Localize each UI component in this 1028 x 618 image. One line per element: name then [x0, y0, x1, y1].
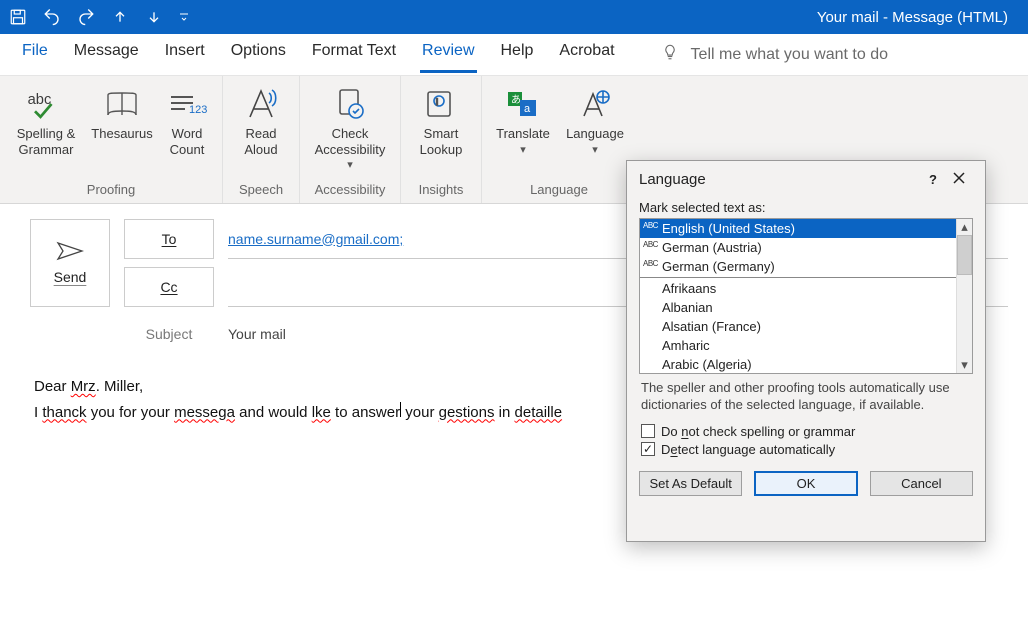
- tell-me-search[interactable]: Tell me what you want to do: [661, 43, 888, 66]
- checkbox-do-not-check-spelling[interactable]: Do not check spelling or grammar: [641, 424, 971, 439]
- close-icon[interactable]: [945, 171, 973, 188]
- thesaurus-icon: [104, 84, 140, 124]
- lightbulb-icon: [661, 43, 679, 66]
- send-button[interactable]: Send: [30, 219, 110, 307]
- ok-button[interactable]: OK: [754, 471, 857, 496]
- dialog-title: Language: [639, 171, 706, 188]
- language-option-en-us[interactable]: ABCEnglish (United States): [640, 219, 972, 238]
- chevron-down-icon: ▾: [520, 143, 526, 156]
- svg-text:a: a: [524, 103, 531, 115]
- redo-icon[interactable]: [74, 4, 98, 30]
- svg-text:123: 123: [189, 104, 207, 116]
- cancel-button[interactable]: Cancel: [870, 471, 973, 496]
- group-caption-language: Language: [530, 179, 588, 201]
- chevron-down-icon: ▾: [592, 143, 598, 156]
- group-caption-speech: Speech: [239, 179, 283, 201]
- send-icon: [56, 241, 84, 261]
- group-language: あa Translate ▾ Language ▾ Language: [482, 76, 636, 203]
- translate-icon: あa: [505, 84, 541, 124]
- window-title: Your mail - Message (HTML): [192, 9, 1022, 26]
- help-icon[interactable]: ?: [921, 172, 945, 187]
- group-insights: i Smart Lookup Insights: [401, 76, 482, 203]
- send-label: Send: [54, 269, 87, 285]
- svg-text:abc: abc: [28, 92, 52, 108]
- next-arrow-icon[interactable]: [142, 4, 166, 30]
- language-button[interactable]: Language ▾: [564, 80, 626, 156]
- scroll-down-icon[interactable]: ▾: [957, 357, 972, 373]
- word-count-button[interactable]: 123 Word Count: [162, 80, 212, 157]
- language-dialog: Language ? Mark selected text as: ABCEng…: [626, 160, 986, 542]
- language-option-albanian[interactable]: Albanian: [640, 298, 972, 317]
- tab-options[interactable]: Options: [229, 36, 288, 73]
- group-caption-proofing: Proofing: [87, 179, 135, 201]
- set-as-default-button[interactable]: Set As Default: [639, 471, 742, 496]
- checkbox-icon: [641, 424, 655, 438]
- check-accessibility-button[interactable]: Check Accessibility ▾: [310, 80, 390, 171]
- checkbox-detect-language[interactable]: Detect language automatically: [641, 442, 971, 457]
- tab-message[interactable]: Message: [72, 36, 141, 73]
- language-option-alsatian[interactable]: Alsatian (France): [640, 317, 972, 336]
- read-aloud-button[interactable]: Read Aloud: [233, 80, 289, 157]
- smart-lookup-button[interactable]: i Smart Lookup: [411, 80, 471, 157]
- tab-help[interactable]: Help: [499, 36, 536, 73]
- smart-lookup-icon: i: [424, 84, 458, 124]
- word-count-icon: 123: [167, 84, 207, 124]
- svg-text:あ: あ: [511, 94, 521, 106]
- titlebar: Your mail - Message (HTML): [0, 0, 1028, 34]
- listbox-scrollbar[interactable]: ▴ ▾: [956, 219, 972, 373]
- language-option-de-de[interactable]: ABCGerman (Germany): [640, 257, 972, 276]
- tab-file[interactable]: File: [20, 36, 50, 73]
- cc-button[interactable]: Cc: [124, 267, 214, 307]
- group-proofing: abc Spelling & Grammar Thesaurus 123 Wor…: [0, 76, 223, 203]
- undo-icon[interactable]: [40, 4, 64, 30]
- language-option-de-at[interactable]: ABCGerman (Austria): [640, 238, 972, 257]
- ribbon-tabs: File Message Insert Options Format Text …: [0, 34, 1028, 76]
- tab-format-text[interactable]: Format Text: [310, 36, 398, 73]
- mark-selected-text-label: Mark selected text as:: [639, 200, 973, 215]
- scroll-up-icon[interactable]: ▴: [957, 219, 972, 235]
- group-caption-accessibility: Accessibility: [315, 179, 386, 201]
- subject-label: Subject: [124, 326, 214, 342]
- scroll-thumb[interactable]: [957, 235, 972, 275]
- quick-access-toolbar: [6, 4, 192, 30]
- language-icon: [578, 84, 612, 124]
- svg-text:i: i: [436, 97, 438, 107]
- group-accessibility: Check Accessibility ▾ Accessibility: [300, 76, 401, 203]
- spelling-grammar-button[interactable]: abc Spelling & Grammar: [10, 80, 82, 157]
- qat-customize-icon[interactable]: [176, 4, 192, 30]
- save-icon[interactable]: [6, 4, 30, 30]
- tab-review[interactable]: Review: [420, 36, 476, 73]
- spelling-icon: abc: [24, 84, 68, 124]
- translate-button[interactable]: あa Translate ▾: [492, 80, 554, 156]
- read-aloud-icon: [244, 84, 278, 124]
- language-listbox[interactable]: ABCEnglish (United States) ABCGerman (Au…: [639, 218, 973, 374]
- tab-insert[interactable]: Insert: [163, 36, 207, 73]
- language-option-amharic[interactable]: Amharic: [640, 336, 972, 355]
- group-speech: Read Aloud Speech: [223, 76, 300, 203]
- group-caption-insights: Insights: [419, 179, 464, 201]
- dialog-note: The speller and other proofing tools aut…: [641, 380, 971, 414]
- chevron-down-icon: ▾: [347, 158, 353, 171]
- tell-me-placeholder: Tell me what you want to do: [691, 46, 888, 64]
- to-button[interactable]: To: [124, 219, 214, 259]
- language-option-afrikaans[interactable]: Afrikaans: [640, 279, 972, 298]
- checkbox-icon: [641, 442, 655, 456]
- previous-arrow-icon[interactable]: [108, 4, 132, 30]
- thesaurus-button[interactable]: Thesaurus: [92, 80, 152, 157]
- accessibility-icon: [334, 84, 366, 124]
- language-option-arabic-dz[interactable]: Arabic (Algeria): [640, 355, 972, 374]
- tab-acrobat[interactable]: Acrobat: [557, 36, 616, 73]
